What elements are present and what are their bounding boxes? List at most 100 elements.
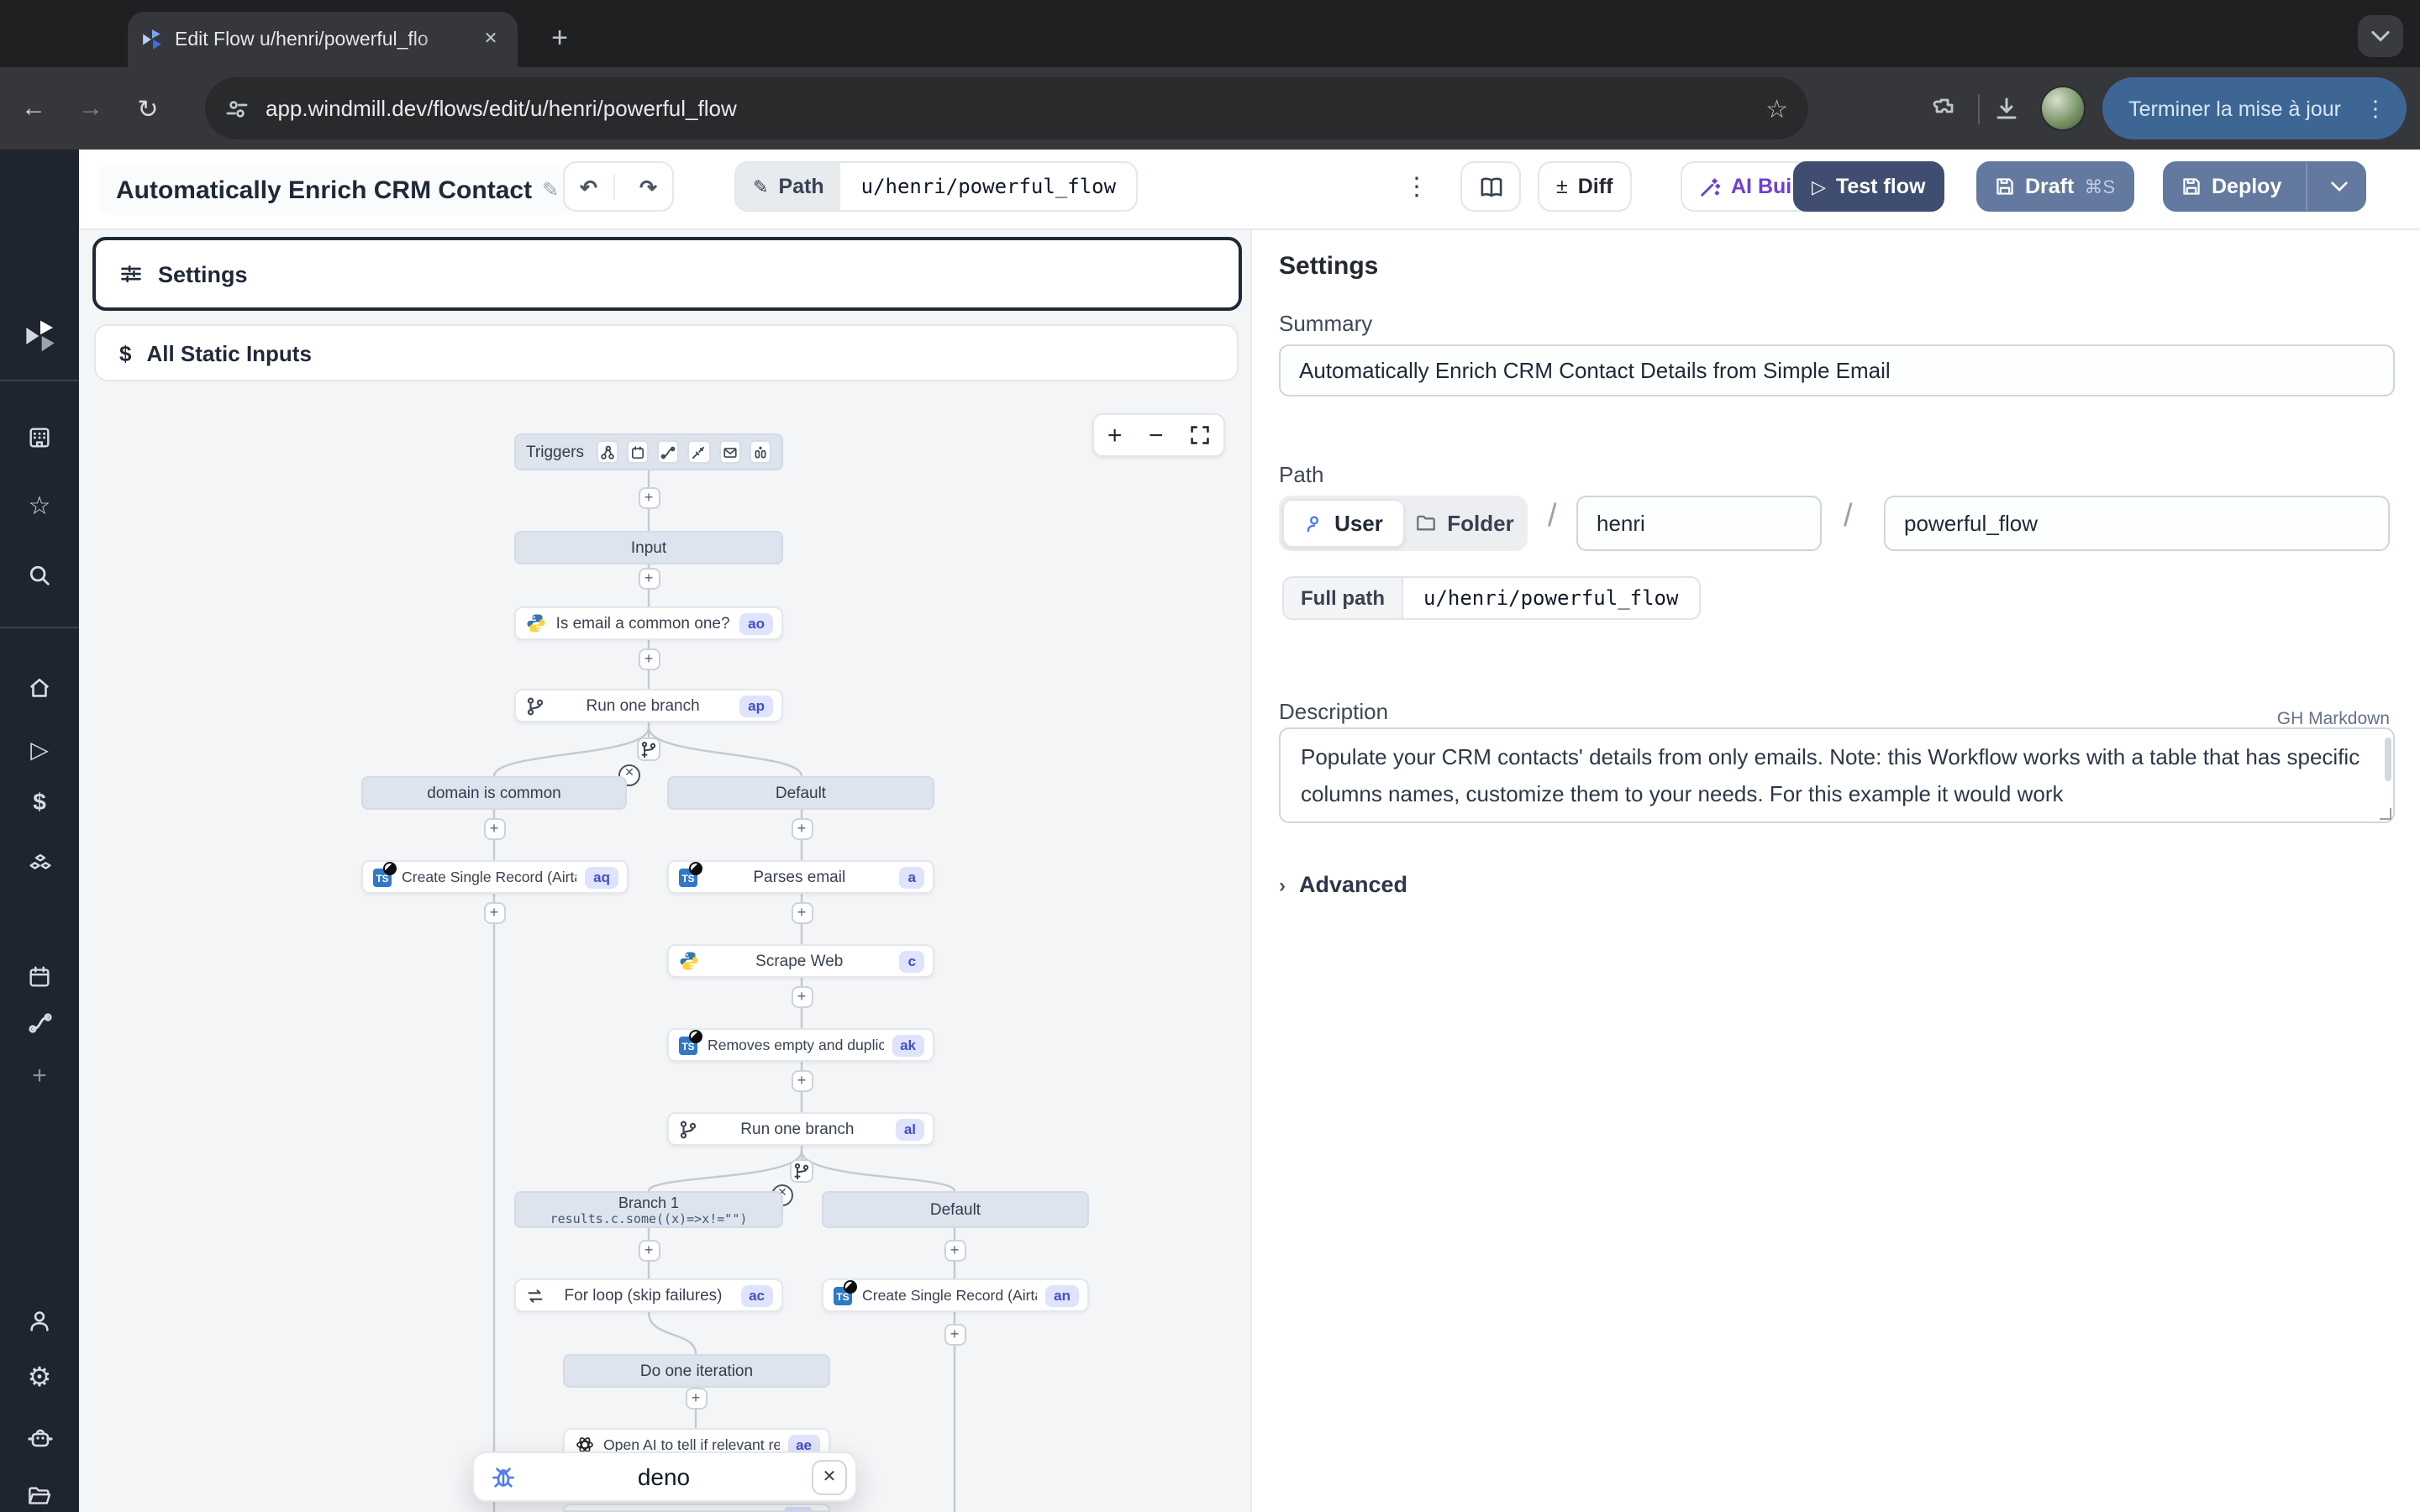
add-step-button[interactable]: + xyxy=(791,985,813,1007)
sidebar-item-folders[interactable] xyxy=(0,1475,79,1512)
flow-node-run-one-branch-2[interactable]: Run one branch al xyxy=(667,1112,934,1146)
sidebar-item-search[interactable] xyxy=(0,554,79,595)
sidebar-item-home[interactable] xyxy=(0,667,79,707)
summary-input[interactable] xyxy=(1279,344,2395,396)
flow-node-for-loop[interactable]: For loop (skip failures) ac xyxy=(514,1278,783,1312)
flow-node-partial[interactable] xyxy=(563,1503,830,1512)
extensions-icon[interactable] xyxy=(1930,95,1957,122)
header-path-chip[interactable]: ✎Path u/henri/powerful_flow xyxy=(734,161,1138,212)
profile-avatar[interactable] xyxy=(2039,86,2085,131)
add-step-button[interactable]: + xyxy=(638,567,660,589)
folder-icon xyxy=(1415,512,1437,534)
user-toggle[interactable]: User xyxy=(1282,499,1405,548)
tab-search-button[interactable] xyxy=(2358,15,2403,57)
flow-node-do-one-iteration[interactable]: Do one iteration xyxy=(563,1354,830,1388)
flow-node-removes-empty[interactable]: TS Removes empty and duplicates ak xyxy=(667,1028,934,1062)
advanced-section-toggle[interactable]: › Advanced xyxy=(1279,872,1407,897)
flow-branch-default-1[interactable]: Default xyxy=(667,776,934,810)
add-step-button[interactable]: + xyxy=(944,1323,965,1345)
step-id-badge: al xyxy=(896,1118,924,1140)
flow-node-parses-email[interactable]: TS Parses email a xyxy=(667,860,934,894)
add-step-button[interactable]: + xyxy=(638,486,660,508)
sidebar-item-workers[interactable] xyxy=(0,1418,79,1458)
add-step-button[interactable]: + xyxy=(685,1387,707,1409)
route-trigger-icon[interactable] xyxy=(657,440,680,464)
windmill-logo[interactable] xyxy=(0,316,79,356)
site-controls-icon[interactable] xyxy=(225,97,249,120)
flow-branch-domain-is-common[interactable]: domain is common xyxy=(361,776,627,810)
sidebar-item-variables[interactable]: $ xyxy=(0,781,79,822)
redo-button[interactable]: ↷ xyxy=(624,174,672,199)
flow-branch-default-2[interactable]: Default xyxy=(822,1191,1089,1228)
diff-button[interactable]: ± Diff xyxy=(1538,161,1631,212)
flow-name-input[interactable] xyxy=(1884,496,2390,551)
flow-node-input[interactable]: Input xyxy=(514,531,783,564)
sidebar-item-flows[interactable] xyxy=(0,1003,79,1043)
email-trigger-icon[interactable] xyxy=(718,440,741,464)
url-bar[interactable]: app.windmill.dev/flows/edit/u/henri/powe… xyxy=(205,77,1808,139)
owner-input[interactable] xyxy=(1576,496,1822,551)
flow-node-create-record-1[interactable]: TS Create Single Record (Airtable) aq xyxy=(361,860,629,894)
add-step-button[interactable]: + xyxy=(483,817,505,839)
add-step-button[interactable]: + xyxy=(483,901,505,923)
sidebar-item-runs[interactable]: ▷ xyxy=(0,729,79,769)
sidebar-item-add[interactable]: + xyxy=(0,1055,79,1095)
add-step-button[interactable]: + xyxy=(791,1069,813,1091)
flow-node-triggers[interactable]: Triggers xyxy=(514,433,783,470)
sidebar-item-resources[interactable] xyxy=(0,845,79,885)
websocket-trigger-icon[interactable] xyxy=(688,440,711,464)
undo-button[interactable]: ↶ xyxy=(565,174,614,199)
add-branch-button[interactable] xyxy=(637,738,660,761)
flow-node-run-one-branch-1[interactable]: Run one branch ap xyxy=(514,689,783,722)
path-label: Path xyxy=(1279,462,1324,487)
sidebar-item-schedules[interactable] xyxy=(0,956,79,996)
add-step-button[interactable]: + xyxy=(791,817,813,839)
description-textarea[interactable]: Populate your CRM contacts' details from… xyxy=(1279,727,2395,823)
downloads-icon[interactable] xyxy=(1992,95,2019,122)
diff-icon: ± xyxy=(1556,175,1568,198)
forward-button[interactable]: → xyxy=(67,85,114,132)
flow-node-create-record-2[interactable]: TS Create Single Record (Airtable) an xyxy=(822,1278,1089,1312)
bookmark-star-icon[interactable]: ☆ xyxy=(1765,93,1788,123)
browser-menu-kebab-icon[interactable]: ⋮ xyxy=(2354,95,2396,122)
full-path-row: Full path u/henri/powerful_flow xyxy=(1282,576,1700,620)
step-id-badge: an xyxy=(1045,1284,1079,1306)
add-step-button[interactable]: + xyxy=(638,648,660,669)
sidebar-item-user[interactable] xyxy=(0,1300,79,1341)
add-step-button[interactable]: + xyxy=(638,1239,660,1261)
back-button[interactable]: ← xyxy=(10,85,57,132)
reload-button[interactable]: ↻ xyxy=(124,85,171,132)
deploy-dropdown-chevron[interactable] xyxy=(2320,181,2357,192)
add-step-button[interactable]: + xyxy=(944,1239,965,1261)
poll-trigger-icon[interactable] xyxy=(750,440,772,464)
webhook-trigger-icon[interactable] xyxy=(596,440,618,464)
test-flow-button[interactable]: ▷ Test flow xyxy=(1793,161,1944,212)
docs-book-button[interactable] xyxy=(1460,161,1521,212)
markdown-hint: GH Markdown xyxy=(2277,709,2390,729)
new-tab-button[interactable]: + xyxy=(538,17,581,60)
deploy-button[interactable]: Deploy xyxy=(2163,161,2365,212)
sidebar-item-workspace[interactable] xyxy=(0,417,79,457)
sidebar-item-favorites[interactable]: ☆ xyxy=(0,486,79,526)
flow-branch-1[interactable]: Branch 1 results.c.some((x)=>x!="") xyxy=(514,1191,783,1228)
description-scrollbar[interactable] xyxy=(2385,738,2391,781)
add-step-button[interactable]: + xyxy=(791,901,813,923)
folder-toggle[interactable]: Folder xyxy=(1405,499,1524,548)
textarea-resize-handle[interactable] xyxy=(2380,808,2391,820)
more-options-kebab[interactable]: ⋮ xyxy=(1400,161,1434,212)
schedule-trigger-icon[interactable] xyxy=(627,440,650,464)
step-id-badge: c xyxy=(900,950,924,972)
tab-close-icon[interactable]: ✕ xyxy=(477,26,504,53)
tab-title: Edit Flow u/henri/powerful_flo xyxy=(175,29,477,50)
browser-update-button[interactable]: Terminer la mise à jour ⋮ xyxy=(2102,77,2407,139)
flow-node-is-email[interactable]: Is email a common one? ao xyxy=(514,606,783,640)
add-branch-button[interactable] xyxy=(790,1159,813,1183)
sidebar-item-settings[interactable]: ⚙ xyxy=(0,1357,79,1398)
deno-popup[interactable]: deno ✕ xyxy=(472,1452,857,1502)
browser-tab[interactable]: Edit Flow u/henri/powerful_flo ✕ xyxy=(128,12,518,67)
popup-close-button[interactable]: ✕ xyxy=(812,1459,847,1494)
flow-node-scrape-web[interactable]: Scrape Web c xyxy=(667,944,934,978)
flow-title[interactable]: Automatically Enrich CRM Contact ✎ xyxy=(99,165,576,215)
draft-button[interactable]: Draft ⌘S xyxy=(1976,161,2133,212)
branch-icon xyxy=(524,695,546,717)
